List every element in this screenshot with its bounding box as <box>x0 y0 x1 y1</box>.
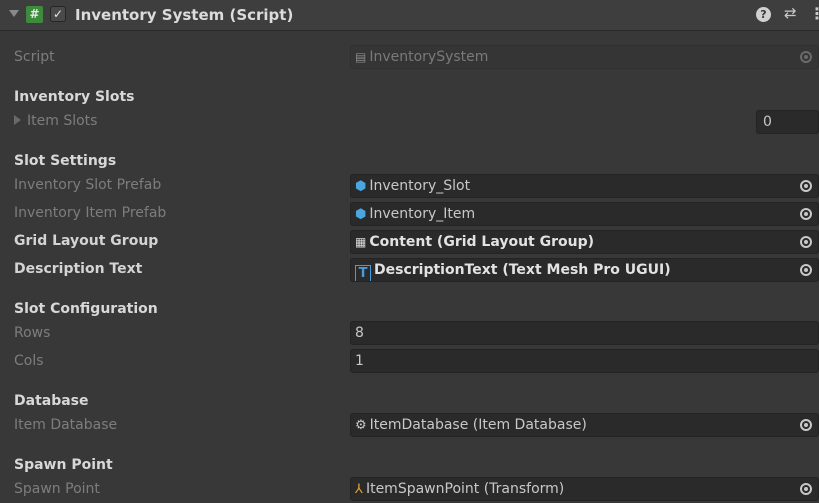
scriptable-object-icon: ⚙ <box>355 418 367 433</box>
script-label: Script <box>14 49 55 65</box>
help-icon[interactable]: ? <box>756 7 771 22</box>
object-picker-icon[interactable] <box>800 180 812 192</box>
item-prefab-field[interactable]: ⬢ Inventory_Item <box>350 202 819 226</box>
text-mesh-pro-icon: T <box>355 265 371 281</box>
slot-configuration-heading: Slot Configuration <box>14 301 158 317</box>
object-picker-icon <box>800 51 812 63</box>
foldout-arrow-icon[interactable] <box>9 10 19 17</box>
script-value: InventorySystem <box>369 49 489 65</box>
spawn-point-value: ItemSpawnPoint (Transform) <box>365 481 565 497</box>
spawn-point-label: Spawn Point <box>14 481 100 497</box>
script-field: ▤ InventorySystem <box>350 45 819 69</box>
prefab-cube-icon: ⬢ <box>355 207 367 222</box>
item-database-value: ItemDatabase (Item Database) <box>369 417 587 433</box>
context-menu-icon[interactable]: ⋮ <box>809 4 819 23</box>
object-picker-icon[interactable] <box>800 419 812 431</box>
database-heading: Database <box>14 393 89 409</box>
object-picker-icon[interactable] <box>800 264 812 276</box>
item-database-field[interactable]: ⚙ ItemDatabase (Item Database) <box>350 413 819 437</box>
description-text-field[interactable]: T DescriptionText (Text Mesh Pro UGUI) <box>350 258 819 282</box>
spawn-point-heading: Spawn Point <box>14 457 113 473</box>
item-prefab-value: Inventory_Item <box>369 206 476 222</box>
rows-input[interactable]: 8 <box>350 321 819 345</box>
description-text-label: Description Text <box>14 261 143 277</box>
object-picker-icon[interactable] <box>800 236 812 248</box>
script-icon: # <box>26 6 43 23</box>
item-prefab-label: Inventory Item Prefab <box>14 205 167 221</box>
item-slots-foldout[interactable]: Item Slots <box>14 113 97 129</box>
rows-label: Rows <box>14 325 51 341</box>
spawn-point-field[interactable]: ⅄ ItemSpawnPoint (Transform) <box>350 477 819 501</box>
slot-prefab-label: Inventory Slot Prefab <box>14 177 162 193</box>
item-slots-label: Item Slots <box>27 113 98 129</box>
cols-label: Cols <box>14 353 44 369</box>
grid-layout-label: Grid Layout Group <box>14 233 159 249</box>
slot-prefab-value: Inventory_Slot <box>369 178 471 194</box>
script-asset-icon: ▤ <box>355 50 367 64</box>
slot-settings-heading: Slot Settings <box>14 153 117 169</box>
item-slots-size-field[interactable]: 0 <box>756 110 819 134</box>
component-title: Inventory System (Script) <box>75 6 294 24</box>
component-header[interactable]: # ✓ Inventory System (Script) ? ⇄ ⋮ <box>0 0 819 31</box>
slot-prefab-field[interactable]: ⬢ Inventory_Slot <box>350 174 819 198</box>
grid-layout-icon: ▦ <box>355 235 367 249</box>
object-picker-icon[interactable] <box>800 208 812 220</box>
item-database-label: Item Database <box>14 417 118 433</box>
prefab-cube-icon: ⬢ <box>355 179 367 194</box>
cols-input[interactable]: 1 <box>350 349 819 373</box>
inventory-slots-heading: Inventory Slots <box>14 89 135 105</box>
description-text-value: DescriptionText (Text Mesh Pro UGUI) <box>374 262 671 278</box>
preset-icon[interactable]: ⇄ <box>784 4 797 22</box>
foldout-arrow-icon[interactable] <box>14 115 21 125</box>
grid-layout-value: Content (Grid Layout Group) <box>369 234 595 250</box>
grid-layout-field[interactable]: ▦ Content (Grid Layout Group) <box>350 230 819 254</box>
object-picker-icon[interactable] <box>800 483 812 495</box>
component-enabled-checkbox[interactable]: ✓ <box>50 6 66 22</box>
transform-icon: ⅄ <box>355 482 363 497</box>
